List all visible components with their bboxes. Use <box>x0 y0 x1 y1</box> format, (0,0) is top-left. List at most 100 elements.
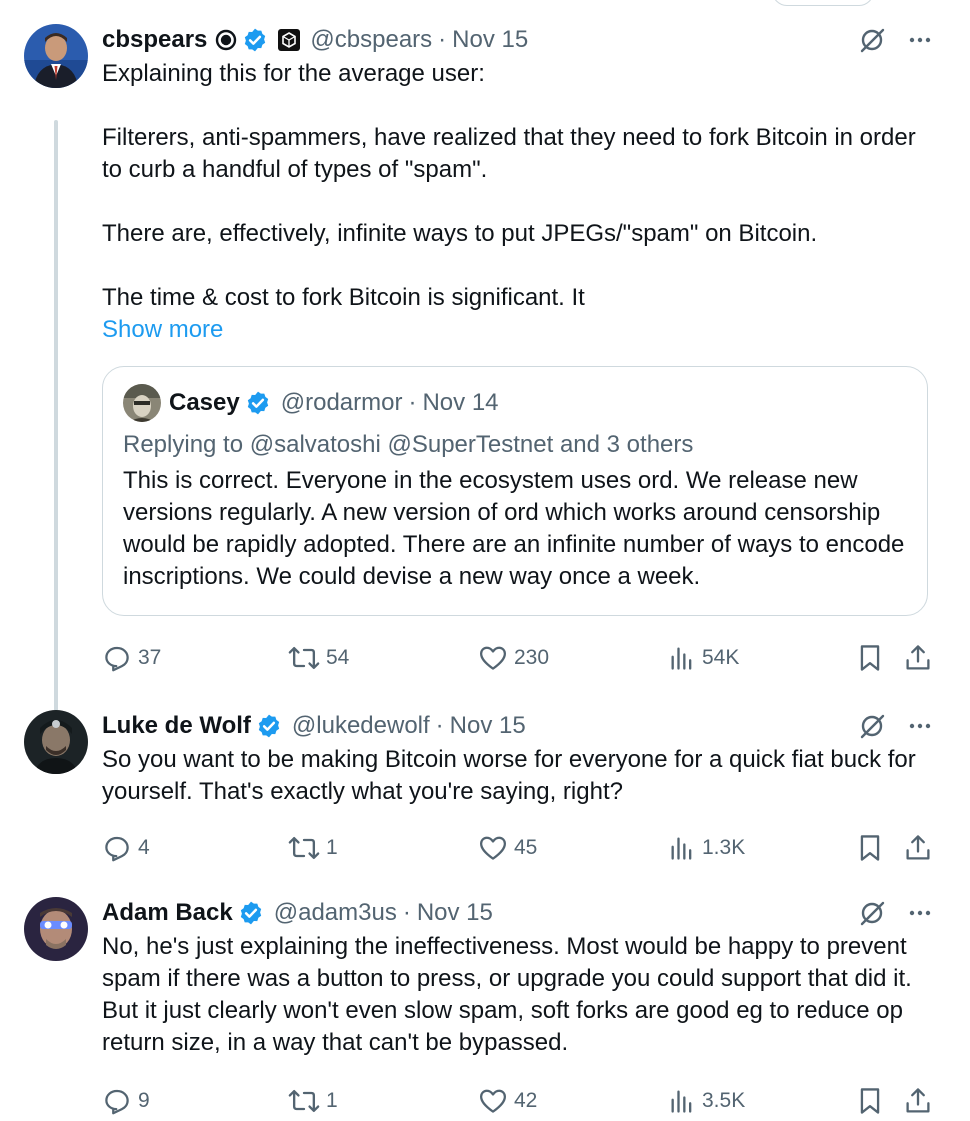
like-count: 230 <box>514 646 550 669</box>
reply-count: 37 <box>138 646 162 669</box>
tweet-adam3us[interactable]: Adam Back @adam3us · Nov 15 No, he's jus… <box>0 895 970 1115</box>
retweet-icon <box>288 643 326 673</box>
reply-button[interactable]: 37 <box>102 638 161 678</box>
heart-icon <box>478 1086 514 1116</box>
like-count: 42 <box>514 1089 538 1112</box>
action-bar: 4 1 45 1.3K <box>102 828 932 868</box>
share-button[interactable] <box>904 638 932 678</box>
verified-badge-icon <box>238 900 264 926</box>
separator-dot: · <box>438 26 447 53</box>
quote-timestamp[interactable]: Nov 14 <box>422 389 498 417</box>
reply-icon <box>102 1086 138 1116</box>
replying-to: Replying to @salvatoshi @SuperTestnet an… <box>123 431 694 458</box>
views-button[interactable]: 1.3K <box>668 828 745 868</box>
like-button[interactable]: 230 <box>478 638 549 678</box>
avatar[interactable] <box>24 897 88 961</box>
top-partial-button[interactable] <box>772 0 874 6</box>
tweet-header: cbspears @cbspears · Nov 15 <box>102 24 932 56</box>
grok-icon[interactable] <box>858 899 886 927</box>
like-count: 45 <box>514 836 538 859</box>
handle[interactable]: @cbspears <box>310 26 432 54</box>
reply-count: 4 <box>138 836 150 859</box>
verified-badge-icon <box>242 27 268 53</box>
header-actions <box>858 24 932 56</box>
retweet-count: 1 <box>326 836 338 859</box>
header-actions <box>858 897 932 929</box>
display-name[interactable]: cbspears <box>102 26 207 54</box>
views-icon <box>668 644 702 672</box>
bookmark-icon <box>856 1086 884 1116</box>
verified-badge-icon <box>245 390 271 416</box>
retweet-button[interactable]: 1 <box>288 828 338 868</box>
like-button[interactable]: 45 <box>478 828 537 868</box>
share-button[interactable] <box>904 1081 932 1121</box>
views-count: 3.5K <box>702 1089 746 1112</box>
retweet-button[interactable]: 54 <box>288 638 349 678</box>
reply-icon <box>102 833 138 863</box>
more-icon[interactable] <box>908 28 932 52</box>
tweet-text: Explaining this for the average user: Fi… <box>102 60 916 311</box>
bookmark-button[interactable] <box>856 828 884 868</box>
views-count: 54K <box>702 646 740 669</box>
retweet-count: 54 <box>326 646 350 669</box>
reply-button[interactable]: 9 <box>102 1081 150 1121</box>
quote-avatar[interactable] <box>123 384 161 422</box>
bookmark-button[interactable] <box>856 1081 884 1121</box>
verified-badge-icon <box>256 713 282 739</box>
quote-display-name[interactable]: Casey <box>169 389 240 417</box>
share-icon <box>904 1086 932 1116</box>
views-count: 1.3K <box>702 836 746 859</box>
retweet-icon <box>288 1086 326 1116</box>
bookmark-icon <box>856 833 884 863</box>
tweet-header: Luke de Wolf @lukedewolf · Nov 15 <box>102 710 932 742</box>
handle[interactable]: @lukedewolf <box>292 712 430 740</box>
reply-button[interactable]: 4 <box>102 828 150 868</box>
grok-icon[interactable] <box>858 26 886 54</box>
affiliate-logo-icon <box>278 29 301 51</box>
timestamp[interactable]: Nov 15 <box>417 899 493 927</box>
bookmark-button[interactable] <box>856 638 884 678</box>
views-icon <box>668 834 702 862</box>
tweet-text: No, he's just explaining the ineffective… <box>102 933 919 1056</box>
quote-handle[interactable]: @rodarmor <box>281 389 403 417</box>
quote-header: Casey @rodarmor · Nov 14 <box>123 383 907 423</box>
heart-icon <box>478 833 514 863</box>
header-actions <box>858 710 932 742</box>
bookmark-icon <box>856 643 884 673</box>
grok-icon[interactable] <box>858 712 886 740</box>
affiliate-circle-icon <box>215 29 237 51</box>
action-bar: 9 1 42 3.5K <box>102 1081 932 1121</box>
avatar[interactable] <box>24 24 88 88</box>
like-button[interactable]: 42 <box>478 1081 537 1121</box>
views-icon <box>668 1087 702 1115</box>
retweet-button[interactable]: 1 <box>288 1081 338 1121</box>
more-icon[interactable] <box>908 901 932 925</box>
timestamp[interactable]: Nov 15 <box>450 712 526 740</box>
show-more-link[interactable]: Show more <box>102 314 932 346</box>
share-button[interactable] <box>904 828 932 868</box>
separator-dot: · <box>408 389 417 416</box>
avatar[interactable] <box>24 710 88 774</box>
reply-count: 9 <box>138 1089 150 1112</box>
display-name[interactable]: Adam Back <box>102 899 233 927</box>
display-name[interactable]: Luke de Wolf <box>102 712 251 740</box>
retweet-icon <box>288 833 326 863</box>
timestamp[interactable]: Nov 15 <box>452 26 528 54</box>
tweet-cbspears[interactable]: cbspears @cbspears · Nov 15 Explaining t… <box>0 22 970 712</box>
tweet-text: So you want to be making Bitcoin worse f… <box>102 746 923 805</box>
share-icon <box>904 643 932 673</box>
views-button[interactable]: 54K <box>668 638 739 678</box>
retweet-count: 1 <box>326 1089 338 1112</box>
views-button[interactable]: 3.5K <box>668 1081 745 1121</box>
heart-icon <box>478 643 514 673</box>
quote-text: This is correct. Everyone in the ecosyst… <box>123 467 905 590</box>
separator-dot: · <box>435 712 444 739</box>
tweet-header: Adam Back @adam3us · Nov 15 <box>102 897 932 929</box>
separator-dot: · <box>402 899 411 926</box>
tweet-lukedewolf[interactable]: Luke de Wolf @lukedewolf · Nov 15 So you… <box>0 708 970 878</box>
reply-icon <box>102 643 138 673</box>
quoted-tweet[interactable]: Casey @rodarmor · Nov 14 Replying to @sa… <box>102 366 928 616</box>
handle[interactable]: @adam3us <box>274 899 397 927</box>
more-icon[interactable] <box>908 714 932 738</box>
action-bar: 37 54 230 54K <box>102 638 932 678</box>
